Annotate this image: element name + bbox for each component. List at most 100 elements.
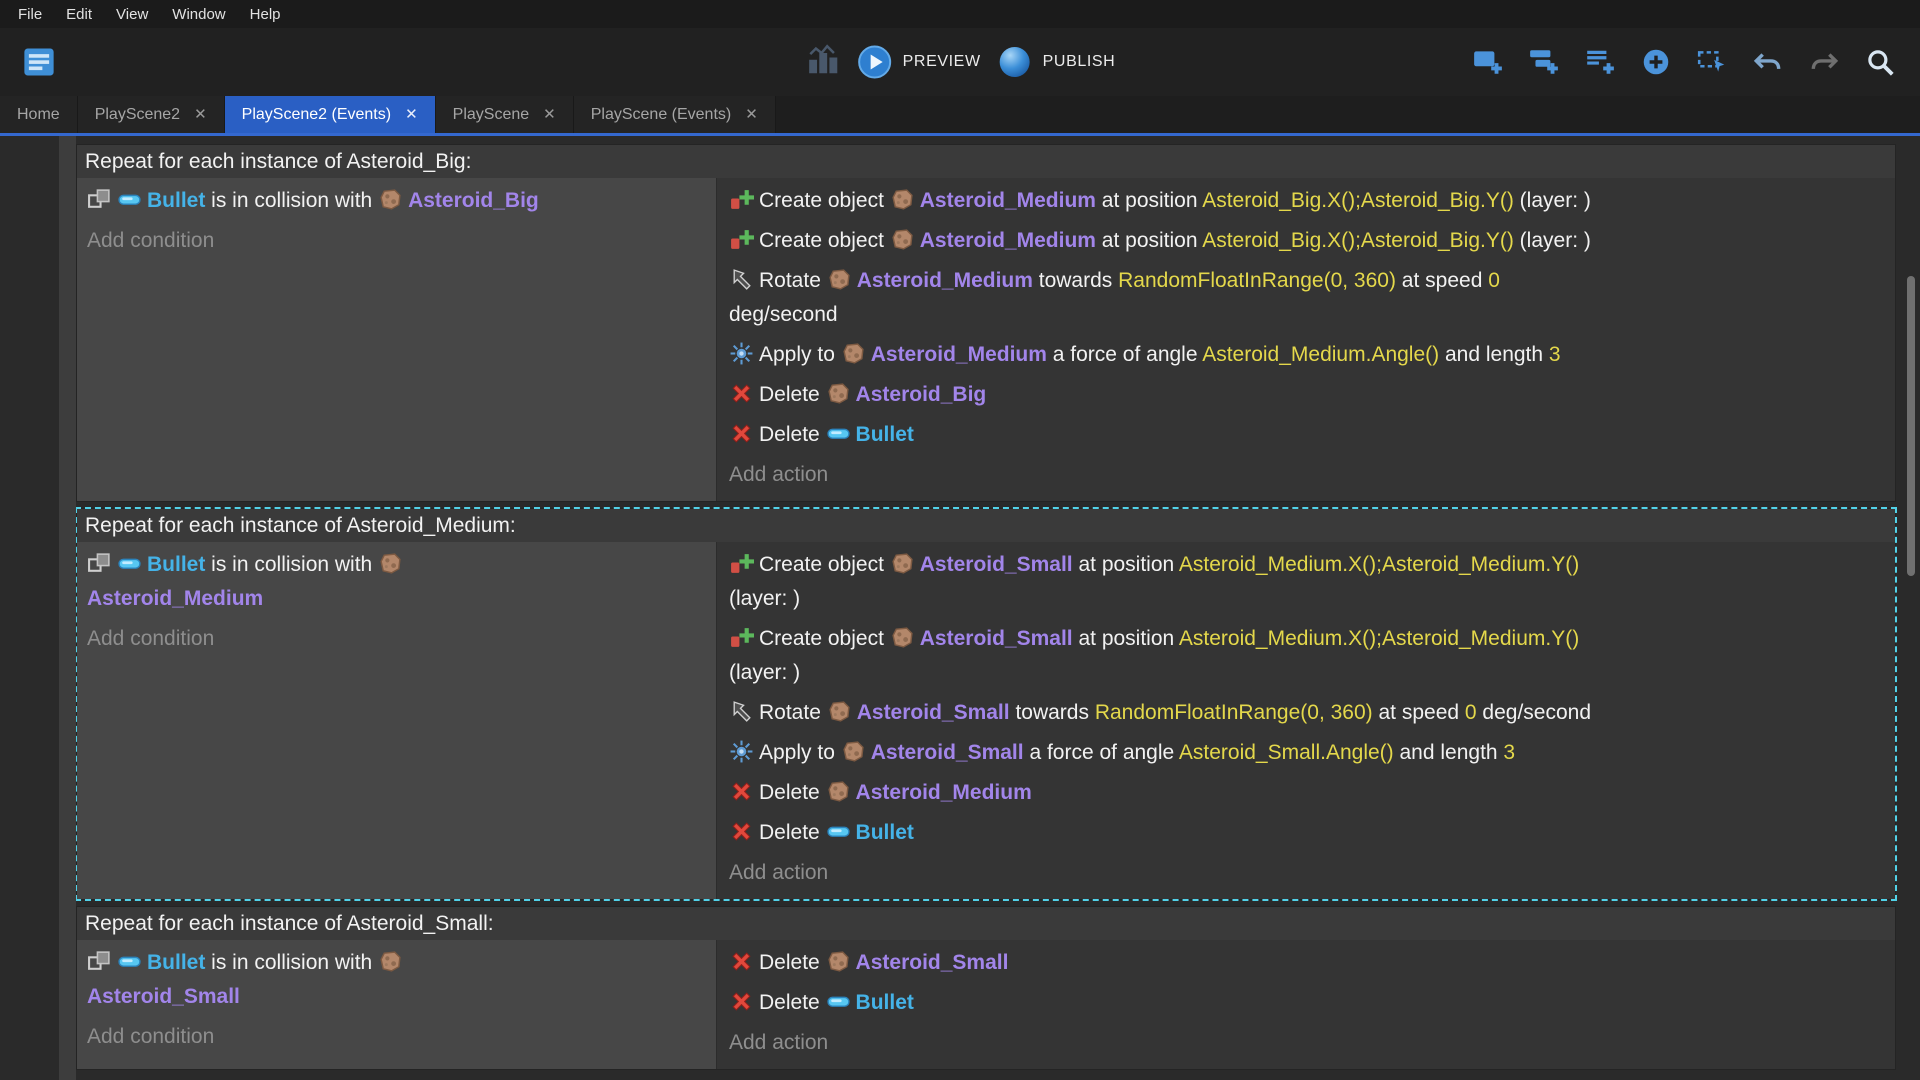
action-row[interactable]: Delete Asteroid_Small [729, 943, 1883, 983]
expression: 3 [1548, 343, 1561, 366]
action-row[interactable]: Delete Bullet [729, 813, 1883, 853]
tab-home[interactable]: Home [0, 96, 78, 133]
tab-close-icon[interactable]: ✕ [194, 107, 207, 122]
event-block[interactable]: Repeat for each instance of Asteroid_Big… [76, 144, 1896, 502]
event-sheet: Repeat for each instance of Asteroid_Big… [0, 136, 1920, 1080]
text: (layer: ) [1513, 229, 1591, 252]
object-name: Bullet [855, 821, 914, 844]
delete-icon [729, 819, 754, 844]
add-subevent-button[interactable] [1520, 38, 1568, 86]
action-row[interactable]: Delete Bullet [729, 415, 1883, 455]
add-action-link[interactable]: Add action [729, 1023, 1883, 1063]
asteroid-icon [841, 739, 866, 764]
bullet-icon [826, 989, 851, 1014]
object-name: Asteroid_Big [855, 383, 987, 406]
scrollbar-thumb[interactable] [1907, 276, 1915, 576]
action-row[interactable]: Create object Asteroid_Small at position… [729, 545, 1883, 619]
add-condition-link[interactable]: Add condition [87, 221, 706, 261]
add-action-link[interactable]: Add action [729, 455, 1883, 495]
add-comment-button[interactable] [1576, 38, 1624, 86]
add-condition-link[interactable]: Add condition [87, 1017, 706, 1057]
menu-help[interactable]: Help [238, 0, 293, 28]
tab-playscene2[interactable]: PlayScene2 ✕ [77, 96, 225, 133]
rotate-icon [729, 267, 754, 292]
event-repeat-header[interactable]: Repeat for each instance of Asteroid_Med… [77, 509, 1895, 542]
text: and length [1439, 343, 1549, 366]
text: Rotate [759, 269, 827, 292]
add-action-link[interactable]: Add action [729, 853, 1883, 893]
expression: Asteroid_Medium.X();Asteroid_Medium.Y() [1178, 627, 1580, 650]
expression: RandomFloatInRange(0, 360) [1094, 701, 1373, 724]
menu-view[interactable]: View [104, 0, 160, 28]
gdevelop-window: File Edit View Window Help PREVIEW PUBLISH [0, 0, 1920, 1080]
tab-playscene-events[interactable]: PlayScene (Events) ✕ [573, 96, 776, 133]
action-row[interactable]: Create object Asteroid_Medium at positio… [729, 181, 1883, 221]
tab-label: PlayScene (Events) [590, 105, 732, 123]
text: at position [1072, 553, 1179, 576]
expression: 0 [1464, 701, 1477, 724]
event-repeat-header[interactable]: Repeat for each instance of Asteroid_Sma… [77, 907, 1895, 940]
tab-playscene[interactable]: PlayScene ✕ [435, 96, 574, 133]
event-block[interactable]: Repeat for each instance of Asteroid_Sma… [76, 906, 1896, 1070]
vertical-scrollbar[interactable] [1905, 136, 1917, 1080]
text: towards [1009, 701, 1095, 724]
bullet-icon [117, 187, 142, 212]
expression: Asteroid_Medium.X();Asteroid_Medium.Y() [1178, 553, 1580, 576]
redo-button[interactable] [1800, 38, 1848, 86]
undo-button[interactable] [1744, 38, 1792, 86]
object-name: Asteroid_Medium [870, 343, 1047, 366]
select-events-button[interactable] [1688, 38, 1736, 86]
tab-close-icon[interactable]: ✕ [745, 107, 758, 122]
tab-bar: Home PlayScene2 ✕ PlayScene2 (Events) ✕ PlayS… [0, 96, 1920, 136]
asteroid-icon [378, 551, 403, 576]
event-repeat-header[interactable]: Repeat for each instance of Asteroid_Big… [77, 145, 1895, 178]
object-name: Bullet [147, 553, 206, 576]
condition-row[interactable]: Bullet is in collision with Asteroid_Big [87, 181, 706, 221]
event-block[interactable]: Repeat for each instance of Asteroid_Med… [75, 507, 1897, 901]
collision-icon [87, 551, 112, 576]
add-condition-link[interactable]: Add condition [87, 619, 706, 659]
action-row[interactable]: Rotate Asteroid_Medium towards RandomFlo… [729, 261, 1883, 335]
menu-edit[interactable]: Edit [54, 0, 104, 28]
add-comment-icon [1584, 46, 1616, 78]
condition-row[interactable]: Bullet is in collision with Asteroid_Med… [87, 545, 706, 619]
menu-file[interactable]: File [6, 0, 54, 28]
event-selection-gutter[interactable] [59, 136, 76, 1080]
search-button[interactable] [1856, 38, 1904, 86]
action-row[interactable]: Delete Asteroid_Medium [729, 773, 1883, 813]
menu-window[interactable]: Window [160, 0, 237, 28]
object-name: Asteroid_Small [919, 627, 1073, 650]
action-row[interactable]: Delete Asteroid_Big [729, 375, 1883, 415]
collision-icon [87, 187, 112, 212]
action-row[interactable]: Create object Asteroid_Small at position… [729, 619, 1883, 693]
tab-close-icon[interactable]: ✕ [543, 107, 556, 122]
expression: RandomFloatInRange(0, 360) [1118, 269, 1396, 292]
object-name: Asteroid_Small [870, 741, 1024, 764]
action-row[interactable]: Create object Asteroid_Medium at positio… [729, 221, 1883, 261]
object-name: Asteroid_Small [856, 701, 1010, 724]
project-manager-button[interactable] [16, 39, 62, 85]
action-row[interactable]: Apply to Asteroid_Small a force of angle… [729, 733, 1883, 773]
force-icon [729, 341, 754, 366]
asteroid-icon [378, 187, 403, 212]
delete-icon [729, 421, 754, 446]
expression: Asteroid_Big.X();Asteroid_Big.Y() [1202, 189, 1514, 212]
preview-button[interactable]: PREVIEW [857, 44, 981, 80]
bullet-icon [117, 551, 142, 576]
action-row[interactable]: Rotate Asteroid_Small towards RandomFloa… [729, 693, 1883, 733]
action-row[interactable]: Delete Bullet [729, 983, 1883, 1023]
asteroid-icon [826, 949, 851, 974]
object-name: Asteroid_Small [87, 985, 240, 1008]
action-row[interactable]: Apply to Asteroid_Medium a force of angl… [729, 335, 1883, 375]
add-other-event-button[interactable] [1632, 38, 1680, 86]
object-name: Asteroid_Medium [856, 269, 1033, 292]
add-event-icon [1472, 46, 1504, 78]
add-event-button[interactable] [1464, 38, 1512, 86]
object-name: Bullet [147, 189, 206, 212]
publish-button[interactable]: PUBLISH [997, 44, 1116, 80]
tab-close-icon[interactable]: ✕ [405, 107, 418, 122]
condition-row[interactable]: Bullet is in collision with Asteroid_Sma… [87, 943, 706, 1017]
object-name: Asteroid_Medium [919, 229, 1096, 252]
bullet-icon [826, 421, 851, 446]
tab-playscene2-events[interactable]: PlayScene2 (Events) ✕ [224, 96, 436, 133]
